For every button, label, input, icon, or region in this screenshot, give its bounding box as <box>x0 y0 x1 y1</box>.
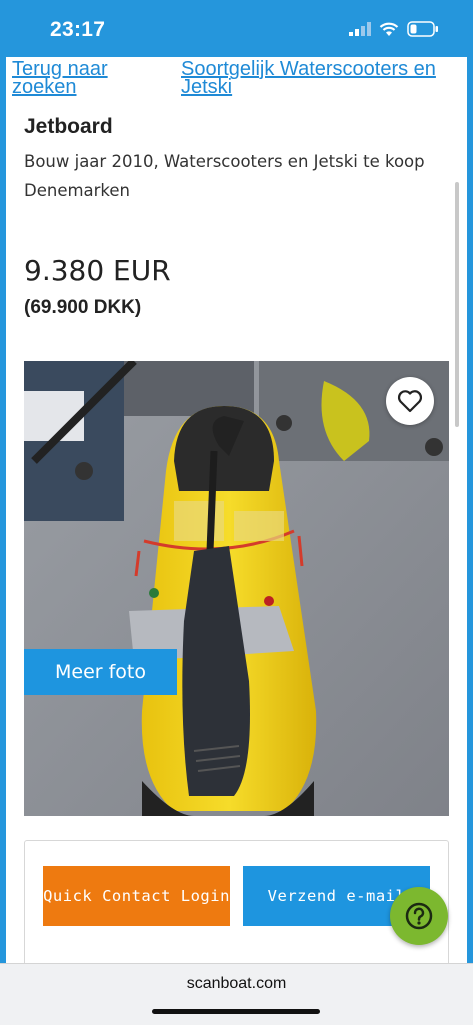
jetboard-photo-illustration <box>24 361 449 816</box>
help-button[interactable] <box>390 887 448 945</box>
listing-description: Bouw jaar 2010, Waterscooters en Jetski … <box>24 152 425 171</box>
status-icons <box>349 21 439 37</box>
contact-box: Quick Contact Login Verzend e-mail <box>24 840 449 963</box>
signal-icon <box>349 22 371 36</box>
heart-icon <box>397 390 423 413</box>
browser-bottom-bar: scanboat.com <box>0 963 473 1025</box>
page-edge-right <box>467 57 473 963</box>
browser-domain[interactable]: scanboat.com <box>0 975 473 993</box>
battery-icon <box>407 21 438 37</box>
back-to-search-link[interactable]: Terug naar zoeken <box>12 59 162 97</box>
question-icon <box>405 902 433 930</box>
listing-title: Jetboard <box>24 115 113 138</box>
quick-contact-login-button[interactable]: Quick Contact Login <box>43 866 230 926</box>
listing-location: Denemarken <box>24 181 131 200</box>
status-bar: 23:17 <box>0 0 473 57</box>
status-time: 23:17 <box>50 18 106 41</box>
listing-page: Terug naar zoeken Soortgelijk Waterscoot… <box>6 57 467 963</box>
scrollbar[interactable] <box>455 182 459 427</box>
price-dkk: (69.900 DKK) <box>24 297 142 318</box>
home-indicator[interactable] <box>152 1009 320 1014</box>
favorite-button[interactable] <box>386 377 434 425</box>
wifi-icon <box>379 22 399 36</box>
price-eur: 9.380 EUR <box>24 254 171 287</box>
more-photos-button[interactable]: Meer foto <box>24 649 177 695</box>
listing-subtitle: Bouw jaar 2010, Waterscooters en Jetski … <box>24 147 434 205</box>
listing-photo[interactable]: Meer foto <box>24 361 449 816</box>
similar-listings-link[interactable]: Soortgelijk Waterscooters en Jetski <box>181 59 451 97</box>
